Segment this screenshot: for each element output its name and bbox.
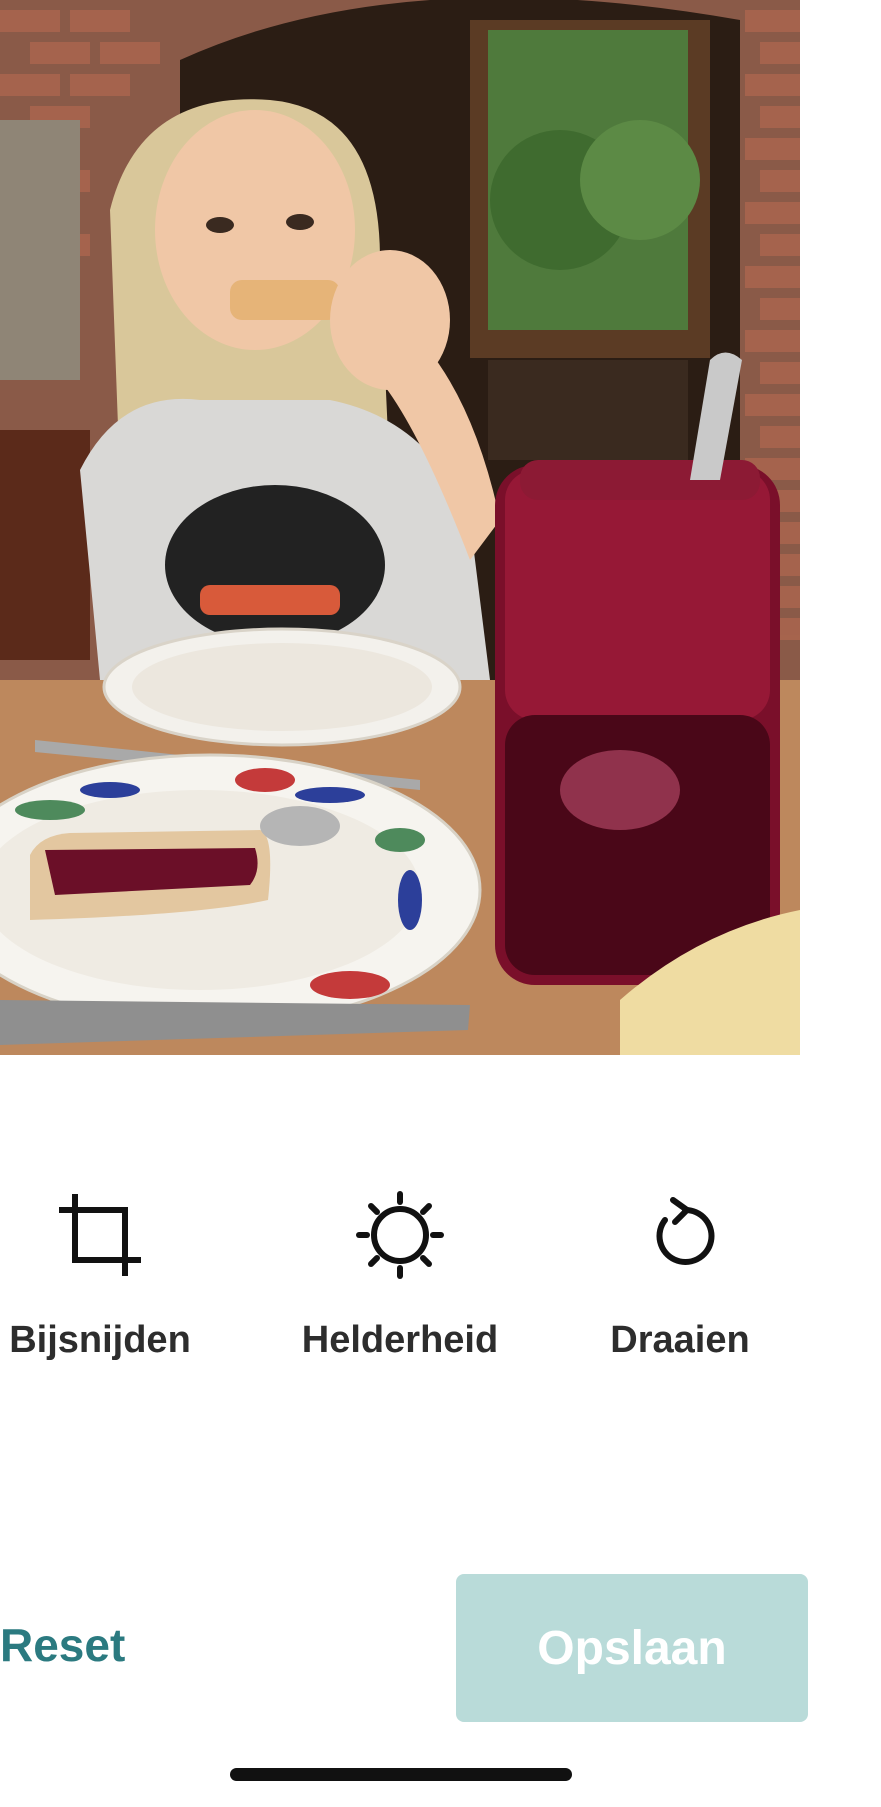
edit-tool-bar: Bijsnijden Helderheid Draaien <box>0 1185 800 1385</box>
save-button[interactable]: Opslaan <box>456 1574 808 1722</box>
rotate-icon <box>630 1185 730 1285</box>
rotate-tool-button[interactable]: Draaien <box>550 1185 810 1385</box>
brightness-tool-button[interactable]: Helderheid <box>270 1185 530 1385</box>
home-indicator <box>230 1768 572 1781</box>
reset-button[interactable]: Reset <box>0 1618 125 1672</box>
save-button-label: Opslaan <box>537 1621 727 1675</box>
crop-icon <box>50 1185 150 1285</box>
crop-tool-button[interactable]: Bijsnijden <box>0 1185 230 1385</box>
brightness-tool-label: Helderheid <box>301 1319 499 1361</box>
rotate-tool-label: Draaien <box>610 1319 750 1361</box>
sun-icon <box>350 1185 450 1285</box>
photo-image <box>0 0 800 1055</box>
crop-tool-label: Bijsnijden <box>9 1319 191 1361</box>
photo-preview <box>0 0 800 1055</box>
